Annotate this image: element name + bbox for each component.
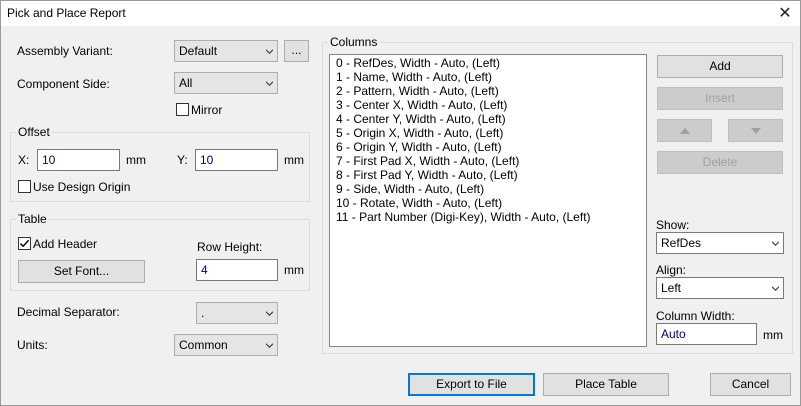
component-side-label: Component Side: bbox=[17, 77, 110, 91]
close-button[interactable]: ✕ bbox=[772, 3, 798, 25]
use-design-origin-checkbox[interactable] bbox=[18, 180, 31, 193]
column-width-label: Column Width: bbox=[656, 309, 735, 323]
chevron-down-icon bbox=[266, 49, 273, 55]
set-font-button[interactable]: Set Font... bbox=[18, 260, 145, 283]
list-item[interactable]: 11 - Part Number (Digi-Key), Width - Aut… bbox=[336, 210, 591, 224]
list-item[interactable]: 5 - Origin X, Width - Auto, (Left) bbox=[336, 126, 503, 140]
chevron-down-icon bbox=[266, 343, 273, 349]
add-header-checkbox[interactable] bbox=[18, 237, 31, 250]
offset-x-input[interactable]: 10 bbox=[37, 149, 120, 171]
assembly-variant-value: Default bbox=[179, 44, 218, 58]
offset-y-value: 10 bbox=[200, 153, 214, 167]
offset-x-unit: mm bbox=[126, 153, 146, 167]
move-down-button[interactable] bbox=[728, 119, 783, 142]
align-value: Left bbox=[661, 281, 682, 295]
list-item[interactable]: 6 - Origin Y, Width - Auto, (Left) bbox=[336, 140, 502, 154]
mirror-label: Mirror bbox=[191, 103, 223, 117]
row-height-unit: mm bbox=[284, 263, 304, 277]
component-side-value: All bbox=[179, 76, 193, 90]
assembly-variant-label: Assembly Variant: bbox=[17, 44, 113, 58]
triangle-up-icon bbox=[680, 128, 690, 134]
column-width-unit: mm bbox=[763, 328, 783, 342]
chevron-down-icon bbox=[266, 81, 273, 87]
list-item[interactable]: 10 - Rotate, Width - Auto, (Left) bbox=[336, 196, 502, 210]
add-column-button[interactable]: Add bbox=[657, 55, 783, 78]
show-value: RefDes bbox=[661, 236, 702, 250]
list-item[interactable]: 3 - Center X, Width - Auto, (Left) bbox=[336, 98, 507, 112]
columns-group-label: Columns bbox=[328, 35, 380, 49]
chevron-down-icon bbox=[266, 311, 273, 317]
units-label: Units: bbox=[17, 338, 48, 352]
column-width-input[interactable]: Auto bbox=[656, 323, 757, 345]
list-item[interactable]: 2 - Pattern, Width - Auto, (Left) bbox=[336, 84, 499, 98]
move-up-button[interactable] bbox=[657, 119, 712, 142]
offset-y-input[interactable]: 10 bbox=[195, 149, 278, 171]
mirror-checkbox[interactable] bbox=[176, 103, 189, 116]
offset-x-value: 10 bbox=[42, 153, 56, 167]
checkmark-icon bbox=[19, 239, 30, 248]
show-label: Show: bbox=[656, 218, 690, 232]
delete-column-button[interactable]: Delete bbox=[657, 151, 783, 174]
align-label: Align: bbox=[656, 263, 687, 277]
table-group-label: Table bbox=[16, 212, 49, 226]
add-header-label: Add Header bbox=[33, 237, 98, 251]
offset-group-label: Offset bbox=[16, 125, 52, 139]
units-select[interactable]: Common bbox=[174, 334, 278, 356]
decimal-separator-select[interactable]: . bbox=[196, 302, 278, 324]
row-height-value: 4 bbox=[201, 263, 208, 277]
decimal-separator-value: . bbox=[201, 306, 205, 320]
list-item[interactable]: 7 - First Pad X, Width - Auto, (Left) bbox=[336, 154, 519, 168]
assembly-variant-browse-button[interactable]: ... bbox=[284, 40, 309, 62]
columns-list[interactable]: 0 - RefDes, Width - Auto, (Left) 1 - Nam… bbox=[329, 54, 647, 347]
cancel-button[interactable]: Cancel bbox=[710, 373, 791, 396]
component-side-select[interactable]: All bbox=[174, 72, 278, 94]
export-to-file-button[interactable]: Export to File bbox=[408, 373, 535, 396]
list-item[interactable]: 1 - Name, Width - Auto, (Left) bbox=[336, 70, 492, 84]
show-select[interactable]: RefDes bbox=[656, 232, 784, 254]
offset-y-label: Y: bbox=[177, 153, 188, 167]
row-height-label: Row Height: bbox=[197, 240, 263, 254]
units-value: Common bbox=[179, 338, 228, 352]
list-item[interactable]: 4 - Center Y, Width - Auto, (Left) bbox=[336, 112, 506, 126]
title-bar: Pick and Place Report ✕ bbox=[1, 1, 800, 26]
decimal-separator-label: Decimal Separator: bbox=[17, 305, 120, 319]
list-item[interactable]: 9 - Side, Width - Auto, (Left) bbox=[336, 182, 484, 196]
list-item[interactable]: 8 - First Pad Y, Width - Auto, (Left) bbox=[336, 168, 518, 182]
offset-y-unit: mm bbox=[284, 153, 304, 167]
chevron-down-icon bbox=[772, 286, 779, 292]
insert-column-button[interactable]: Insert bbox=[657, 87, 783, 110]
assembly-variant-select[interactable]: Default bbox=[174, 40, 278, 62]
triangle-down-icon bbox=[751, 128, 761, 134]
list-item[interactable]: 0 - RefDes, Width - Auto, (Left) bbox=[336, 56, 500, 70]
column-width-value: Auto bbox=[661, 327, 686, 341]
chevron-down-icon bbox=[772, 241, 779, 247]
use-design-origin-label: Use Design Origin bbox=[33, 180, 131, 194]
place-table-button[interactable]: Place Table bbox=[543, 373, 669, 396]
window-title: Pick and Place Report bbox=[7, 6, 126, 20]
offset-x-label: X: bbox=[18, 153, 30, 167]
row-height-input[interactable]: 4 bbox=[196, 259, 278, 281]
align-select[interactable]: Left bbox=[656, 277, 784, 299]
